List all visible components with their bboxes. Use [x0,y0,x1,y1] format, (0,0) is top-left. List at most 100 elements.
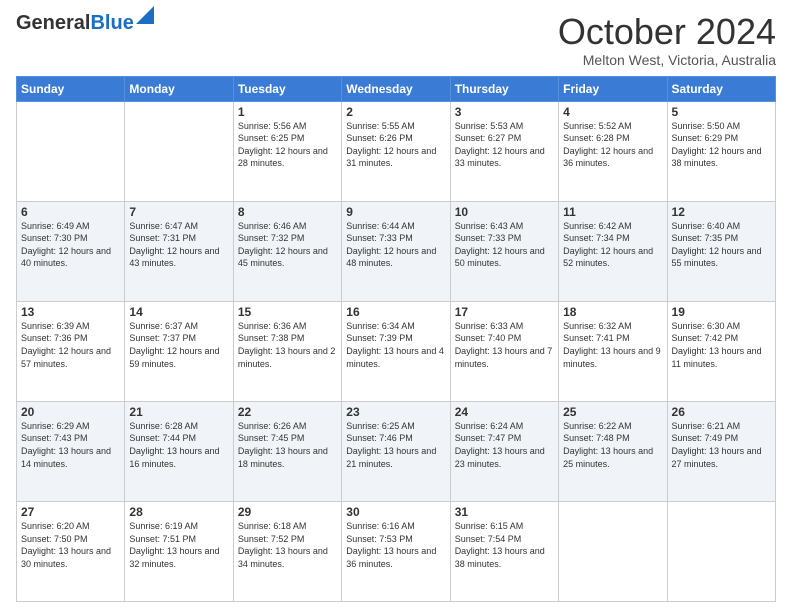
day-info: Sunrise: 6:16 AMSunset: 7:53 PMDaylight:… [346,520,445,570]
day-number: 17 [455,305,554,319]
col-tuesday: Tuesday [233,76,341,101]
day-number: 16 [346,305,445,319]
table-row: 7Sunrise: 6:47 AMSunset: 7:31 PMDaylight… [125,201,233,301]
table-row: 13Sunrise: 6:39 AMSunset: 7:36 PMDayligh… [17,301,125,401]
day-info: Sunrise: 6:18 AMSunset: 7:52 PMDaylight:… [238,520,337,570]
day-number: 6 [21,205,120,219]
day-number: 12 [672,205,771,219]
table-row [17,101,125,201]
day-number: 5 [672,105,771,119]
day-number: 2 [346,105,445,119]
day-info: Sunrise: 6:33 AMSunset: 7:40 PMDaylight:… [455,320,554,370]
calendar-week-row: 13Sunrise: 6:39 AMSunset: 7:36 PMDayligh… [17,301,776,401]
table-row: 5Sunrise: 5:50 AMSunset: 6:29 PMDaylight… [667,101,775,201]
day-number: 4 [563,105,662,119]
table-row [125,101,233,201]
calendar-week-row: 6Sunrise: 6:49 AMSunset: 7:30 PMDaylight… [17,201,776,301]
day-info: Sunrise: 6:22 AMSunset: 7:48 PMDaylight:… [563,420,662,470]
table-row: 29Sunrise: 6:18 AMSunset: 7:52 PMDayligh… [233,501,341,601]
day-number: 29 [238,505,337,519]
table-row: 19Sunrise: 6:30 AMSunset: 7:42 PMDayligh… [667,301,775,401]
table-row: 23Sunrise: 6:25 AMSunset: 7:46 PMDayligh… [342,401,450,501]
day-info: Sunrise: 6:28 AMSunset: 7:44 PMDaylight:… [129,420,228,470]
table-row: 3Sunrise: 5:53 AMSunset: 6:27 PMDaylight… [450,101,558,201]
day-info: Sunrise: 6:19 AMSunset: 7:51 PMDaylight:… [129,520,228,570]
logo-general: General [16,12,90,34]
table-row: 9Sunrise: 6:44 AMSunset: 7:33 PMDaylight… [342,201,450,301]
day-number: 30 [346,505,445,519]
day-info: Sunrise: 6:42 AMSunset: 7:34 PMDaylight:… [563,220,662,270]
day-info: Sunrise: 6:34 AMSunset: 7:39 PMDaylight:… [346,320,445,370]
col-saturday: Saturday [667,76,775,101]
header: GeneralBlue October 2024 Melton West, Vi… [16,12,776,68]
table-row: 11Sunrise: 6:42 AMSunset: 7:34 PMDayligh… [559,201,667,301]
table-row: 26Sunrise: 6:21 AMSunset: 7:49 PMDayligh… [667,401,775,501]
day-info: Sunrise: 6:32 AMSunset: 7:41 PMDaylight:… [563,320,662,370]
day-info: Sunrise: 5:53 AMSunset: 6:27 PMDaylight:… [455,120,554,170]
day-info: Sunrise: 5:52 AMSunset: 6:28 PMDaylight:… [563,120,662,170]
col-monday: Monday [125,76,233,101]
table-row: 27Sunrise: 6:20 AMSunset: 7:50 PMDayligh… [17,501,125,601]
col-thursday: Thursday [450,76,558,101]
day-info: Sunrise: 6:46 AMSunset: 7:32 PMDaylight:… [238,220,337,270]
col-wednesday: Wednesday [342,76,450,101]
table-row: 21Sunrise: 6:28 AMSunset: 7:44 PMDayligh… [125,401,233,501]
day-number: 21 [129,405,228,419]
day-number: 31 [455,505,554,519]
day-info: Sunrise: 6:24 AMSunset: 7:47 PMDaylight:… [455,420,554,470]
day-info: Sunrise: 6:25 AMSunset: 7:46 PMDaylight:… [346,420,445,470]
day-number: 20 [21,405,120,419]
table-row [667,501,775,601]
day-number: 18 [563,305,662,319]
day-number: 8 [238,205,337,219]
col-sunday: Sunday [17,76,125,101]
day-info: Sunrise: 6:26 AMSunset: 7:45 PMDaylight:… [238,420,337,470]
table-row: 12Sunrise: 6:40 AMSunset: 7:35 PMDayligh… [667,201,775,301]
location: Melton West, Victoria, Australia [558,52,776,68]
day-number: 22 [238,405,337,419]
day-info: Sunrise: 6:21 AMSunset: 7:49 PMDaylight:… [672,420,771,470]
month-title: October 2024 [558,12,776,52]
day-info: Sunrise: 6:37 AMSunset: 7:37 PMDaylight:… [129,320,228,370]
day-info: Sunrise: 6:29 AMSunset: 7:43 PMDaylight:… [21,420,120,470]
day-info: Sunrise: 6:49 AMSunset: 7:30 PMDaylight:… [21,220,120,270]
day-number: 28 [129,505,228,519]
table-row: 24Sunrise: 6:24 AMSunset: 7:47 PMDayligh… [450,401,558,501]
table-row: 25Sunrise: 6:22 AMSunset: 7:48 PMDayligh… [559,401,667,501]
day-number: 11 [563,205,662,219]
day-number: 13 [21,305,120,319]
calendar-week-row: 27Sunrise: 6:20 AMSunset: 7:50 PMDayligh… [17,501,776,601]
day-info: Sunrise: 5:56 AMSunset: 6:25 PMDaylight:… [238,120,337,170]
day-number: 7 [129,205,228,219]
day-number: 19 [672,305,771,319]
table-row: 6Sunrise: 6:49 AMSunset: 7:30 PMDaylight… [17,201,125,301]
table-row: 30Sunrise: 6:16 AMSunset: 7:53 PMDayligh… [342,501,450,601]
page: GeneralBlue October 2024 Melton West, Vi… [0,0,792,612]
day-info: Sunrise: 6:44 AMSunset: 7:33 PMDaylight:… [346,220,445,270]
table-row: 15Sunrise: 6:36 AMSunset: 7:38 PMDayligh… [233,301,341,401]
calendar-header-row: Sunday Monday Tuesday Wednesday Thursday… [17,76,776,101]
day-number: 24 [455,405,554,419]
calendar-table: Sunday Monday Tuesday Wednesday Thursday… [16,76,776,602]
day-number: 26 [672,405,771,419]
logo: GeneralBlue [16,12,134,35]
day-info: Sunrise: 6:30 AMSunset: 7:42 PMDaylight:… [672,320,771,370]
day-info: Sunrise: 6:20 AMSunset: 7:50 PMDaylight:… [21,520,120,570]
table-row: 1Sunrise: 5:56 AMSunset: 6:25 PMDaylight… [233,101,341,201]
day-number: 10 [455,205,554,219]
day-number: 3 [455,105,554,119]
table-row: 18Sunrise: 6:32 AMSunset: 7:41 PMDayligh… [559,301,667,401]
day-info: Sunrise: 6:39 AMSunset: 7:36 PMDaylight:… [21,320,120,370]
table-row: 10Sunrise: 6:43 AMSunset: 7:33 PMDayligh… [450,201,558,301]
day-number: 9 [346,205,445,219]
calendar-week-row: 20Sunrise: 6:29 AMSunset: 7:43 PMDayligh… [17,401,776,501]
day-number: 14 [129,305,228,319]
day-number: 25 [563,405,662,419]
day-info: Sunrise: 6:40 AMSunset: 7:35 PMDaylight:… [672,220,771,270]
table-row: 28Sunrise: 6:19 AMSunset: 7:51 PMDayligh… [125,501,233,601]
table-row: 16Sunrise: 6:34 AMSunset: 7:39 PMDayligh… [342,301,450,401]
day-number: 23 [346,405,445,419]
table-row [559,501,667,601]
day-info: Sunrise: 6:36 AMSunset: 7:38 PMDaylight:… [238,320,337,370]
day-number: 15 [238,305,337,319]
